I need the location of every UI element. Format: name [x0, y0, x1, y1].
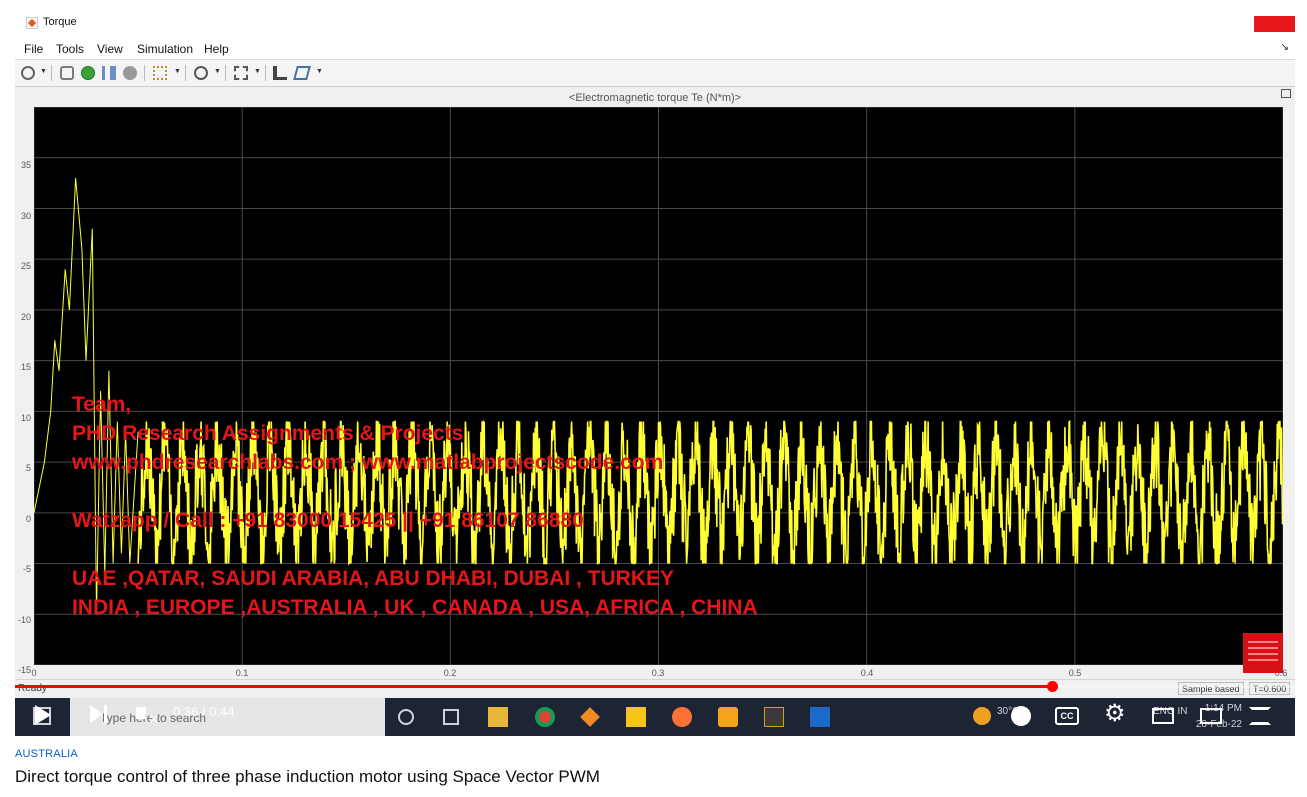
toolbar-separator — [265, 65, 266, 81]
y-tick-label: 0 — [25, 514, 31, 524]
toolbar-separator — [225, 65, 226, 81]
x-tick-label: 0.3 — [651, 668, 665, 678]
captions-icon[interactable]: CC — [1055, 707, 1079, 725]
miniplayer-icon[interactable] — [1152, 708, 1174, 724]
video-time: 0:36 / 0:44 — [173, 704, 235, 719]
matlab-icon — [26, 17, 38, 29]
mute-icon[interactable] — [136, 707, 146, 719]
fullscreen-icon[interactable] — [1249, 707, 1271, 725]
watermark-text: Team, PHD Research Assignments & Project… — [72, 390, 758, 622]
watermark-line: INDIA , EUROPE ,AUSTRALIA , UK , CANADA … — [72, 596, 758, 619]
mute-x-icon: ✕ — [148, 711, 160, 727]
zoom-icon[interactable] — [194, 66, 208, 80]
video-title: Direct torque control of three phase ind… — [15, 767, 600, 786]
x-tick-label: 0.2 — [443, 668, 457, 678]
highlight-icon[interactable] — [153, 66, 167, 80]
y-tick-label: 25 — [20, 261, 31, 271]
autoplay-toggle-icon[interactable] — [1011, 706, 1031, 726]
watermark-line: www.phdresearchlabs.com ; www.matlabproj… — [72, 451, 664, 474]
chevron-down-icon[interactable]: ▼ — [174, 68, 181, 75]
menu-help[interactable]: Help — [204, 42, 229, 56]
watermark-line: Watzapp / Call : +91 83000 15425 || +91 … — [72, 509, 584, 532]
settings-gear-icon[interactable]: ⚙ — [1104, 702, 1126, 726]
toolbar-separator — [144, 65, 145, 81]
watermark-line: PHD Research Assignments & Projects — [72, 422, 464, 445]
next-bar-icon — [104, 705, 107, 723]
menu-bar: File Tools View Simulation Help ↘ — [15, 32, 1295, 59]
y-tick-label: 20 — [20, 312, 31, 322]
step-back-icon[interactable] — [60, 66, 74, 80]
toolbar: ▼ ▼ ▼ ▼ ▼ — [15, 59, 1295, 87]
chevron-down-icon[interactable]: ▼ — [214, 68, 221, 75]
play-icon[interactable] — [35, 705, 51, 725]
settings-gear-icon[interactable] — [21, 66, 35, 80]
y-tick-label: 10 — [20, 413, 31, 423]
watermark-line: Team, — [72, 393, 132, 416]
chevron-down-icon[interactable]: ▼ — [40, 68, 47, 75]
seek-bar-progress — [15, 685, 1052, 688]
seek-bar[interactable] — [15, 681, 1295, 692]
x-tick-label: 0.5 — [1068, 668, 1082, 678]
watermark-spacer — [72, 477, 758, 506]
stop-icon[interactable] — [123, 66, 137, 80]
x-tick-label: 0 — [31, 668, 37, 678]
logo-stamp — [1243, 633, 1283, 673]
x-tick-label: 0.1 — [235, 668, 249, 678]
y-tick-label: 30 — [20, 211, 31, 221]
window-title: Torque — [43, 16, 77, 28]
edit-pencil-icon[interactable] — [293, 66, 311, 80]
y-tick-label: 5 — [25, 463, 31, 473]
sample-based-label: Sample based — [1178, 682, 1244, 695]
channel-link[interactable]: AUSTRALIA — [15, 748, 78, 760]
window-title-bar: Torque — [15, 15, 1295, 37]
chevron-down-icon[interactable]: ▼ — [254, 68, 261, 75]
y-tick-label: 35 — [20, 160, 31, 170]
menu-view[interactable]: View — [97, 42, 123, 56]
cursor-measure-icon[interactable] — [273, 66, 287, 80]
chevron-down-icon[interactable]: ▼ — [316, 68, 323, 75]
theater-mode-icon[interactable] — [1200, 708, 1222, 724]
seek-handle[interactable] — [1046, 681, 1058, 692]
undock-arrow-icon[interactable]: ↘ — [1281, 42, 1289, 53]
fit-to-view-icon[interactable] — [234, 66, 248, 80]
status-bar: Ready Sample based T=0.600 — [15, 679, 1295, 697]
menu-simulation[interactable]: Simulation — [137, 42, 193, 56]
y-tick-label: -5 — [22, 564, 31, 574]
video-player[interactable]: Torque File Tools View Simulation Help ↘… — [15, 15, 1295, 736]
step-forward-icon[interactable] — [102, 66, 116, 80]
plot-title: <Electromagnetic torque Te (N*m)> — [568, 92, 742, 104]
x-tick-label: 0.4 — [860, 668, 874, 678]
menu-file[interactable]: File — [24, 42, 43, 56]
next-icon[interactable] — [90, 705, 103, 723]
toolbar-separator — [185, 65, 186, 81]
toolbar-separator — [51, 65, 52, 81]
y-tick-label: -10 — [17, 615, 31, 625]
watermark-line: UAE ,QATAR, SAUDI ARABIA, ABU DHABI, DUB… — [72, 567, 674, 590]
player-controls: ✕ 0:36 / 0:44 CC ⚙ — [15, 698, 1295, 736]
undock-icon[interactable] — [1281, 89, 1291, 98]
menu-tools[interactable]: Tools — [56, 42, 84, 56]
run-icon[interactable] — [81, 66, 95, 80]
sim-time-label: T=0.600 — [1249, 682, 1291, 695]
y-tick-label: 15 — [20, 362, 31, 372]
y-tick-label: -15 — [17, 665, 31, 675]
watermark-spacer — [72, 535, 758, 564]
